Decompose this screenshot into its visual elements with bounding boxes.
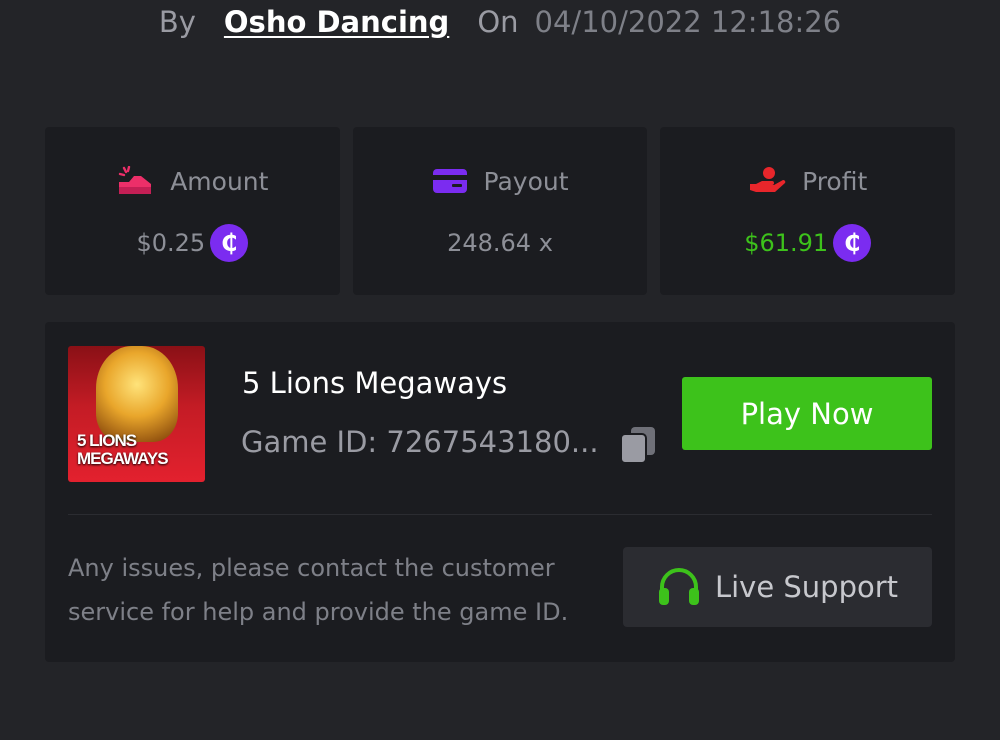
amount-icon: [119, 166, 152, 194]
stat-payout: Payout 248.64 x: [352, 127, 648, 295]
coin-icon: ₵: [210, 224, 249, 262]
live-support-label: Live Support: [714, 570, 899, 604]
stat-value-payout: 248.64 x: [447, 229, 553, 257]
live-support-button[interactable]: Live Support: [623, 547, 932, 627]
lion-statue-image: [96, 346, 178, 442]
game-name: 5 Lions Megaways: [242, 366, 508, 400]
copy-icon[interactable]: [620, 426, 656, 464]
game-id: Game ID: 7267543180...: [241, 425, 599, 459]
payout-card-icon: [432, 169, 467, 193]
stat-profit: Profit $61.91 ₵: [660, 127, 956, 295]
divider: [68, 514, 932, 515]
on-label: On: [477, 5, 519, 39]
stat-amount: Amount $0.25 ₵: [45, 127, 340, 295]
play-now-button[interactable]: Play Now: [682, 377, 932, 450]
thumbnail-logo-text: 5 LIONS MEGAWAYS: [77, 431, 169, 468]
stat-label-payout: Payout: [483, 166, 569, 196]
stat-value-amount: $0.25: [136, 229, 206, 257]
stat-label-profit: Profit: [802, 166, 868, 196]
stat-value-profit: $61.91: [744, 229, 829, 257]
coin-icon: ₵: [833, 224, 872, 262]
support-notice: Any issues, please contact the customer …: [68, 554, 569, 626]
game-card: 5 LIONS MEGAWAYS 5 Lions Megaways Game I…: [45, 322, 955, 662]
user-link[interactable]: Osho Dancing: [224, 5, 449, 39]
profit-hand-icon: [750, 167, 786, 192]
stat-label-amount: Amount: [170, 166, 269, 196]
bet-stats: Amount $0.25 ₵ Payout 248.64 x Profit $6…: [45, 127, 956, 295]
by-label: By: [158, 5, 196, 39]
bet-byline: By Osho Dancing On 04/10/2022 12:18:26: [0, 0, 1000, 44]
game-thumbnail[interactable]: 5 LIONS MEGAWAYS: [68, 346, 205, 482]
headset-icon: [658, 568, 699, 605]
bet-datetime: 04/10/2022 12:18:26: [534, 5, 842, 39]
